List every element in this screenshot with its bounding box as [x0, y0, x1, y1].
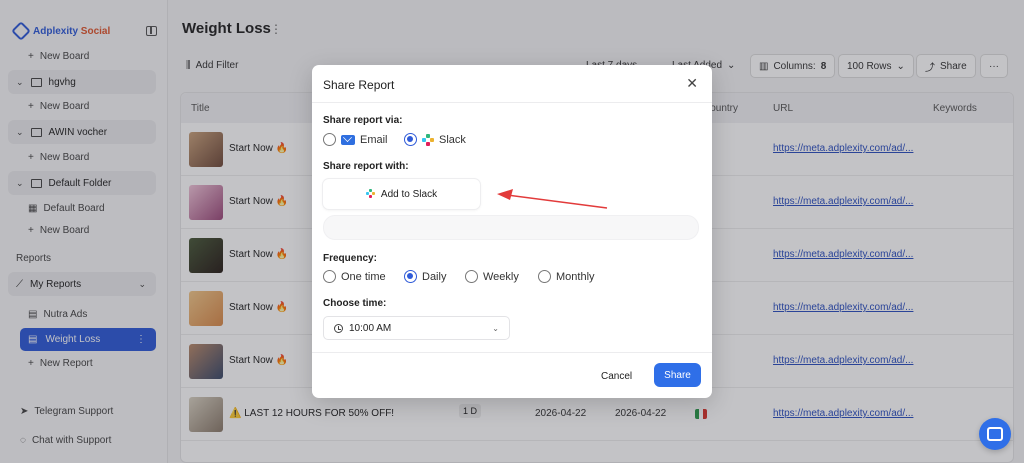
- email-option-label: Email: [360, 133, 388, 146]
- one-time-label: One time: [341, 270, 386, 283]
- monthly-radio[interactable]: [538, 270, 551, 283]
- frequency-daily-option[interactable]: Daily: [404, 270, 446, 283]
- slack-radio[interactable]: [404, 133, 417, 146]
- add-to-slack-button[interactable]: Add to Slack: [323, 179, 480, 209]
- slack-icon: [365, 189, 376, 199]
- email-radio[interactable]: [323, 133, 336, 146]
- choose-time-label: Choose time:: [323, 298, 387, 309]
- monthly-label: Monthly: [556, 270, 595, 283]
- frequency-label: Frequency:: [323, 253, 377, 264]
- dialog-footer-divider: [312, 352, 712, 353]
- dialog-title: Share Report: [323, 78, 395, 92]
- chevron-down-icon: ⌄: [492, 323, 499, 333]
- frequency-monthly-option[interactable]: Monthly: [538, 270, 595, 283]
- share-button[interactable]: Share: [654, 363, 701, 387]
- one-time-radio[interactable]: [323, 270, 336, 283]
- weekly-radio[interactable]: [465, 270, 478, 283]
- time-select-value: 10:00 AM: [349, 322, 392, 334]
- chat-launcher-button[interactable]: [979, 418, 1011, 450]
- daily-radio[interactable]: [404, 270, 417, 283]
- clock-icon: [334, 323, 343, 333]
- share-report-dialog: Share Report ✕ Share report via: Email S…: [312, 65, 712, 398]
- share-via-slack-option[interactable]: Slack: [404, 133, 466, 146]
- close-icon[interactable]: ✕: [686, 75, 698, 92]
- dialog-header: Share Report ✕: [312, 65, 712, 103]
- cancel-button[interactable]: Cancel: [590, 365, 643, 389]
- share-via-email-option[interactable]: Email: [323, 133, 388, 146]
- time-select[interactable]: 10:00 AM ⌄: [323, 316, 510, 340]
- recipient-placeholder-bar: [323, 215, 699, 240]
- slack-icon: [422, 133, 434, 146]
- share-via-label: Share report via:: [323, 115, 403, 126]
- annotation-arrow-icon: [497, 189, 608, 209]
- slack-option-label: Slack: [439, 133, 466, 146]
- add-to-slack-label: Add to Slack: [380, 188, 438, 200]
- share-with-label: Share report with:: [323, 161, 409, 172]
- frequency-weekly-option[interactable]: Weekly: [465, 270, 519, 283]
- weekly-label: Weekly: [483, 270, 519, 283]
- email-icon: [341, 134, 355, 145]
- daily-label: Daily: [422, 270, 447, 283]
- frequency-one-time-option[interactable]: One time: [323, 270, 386, 283]
